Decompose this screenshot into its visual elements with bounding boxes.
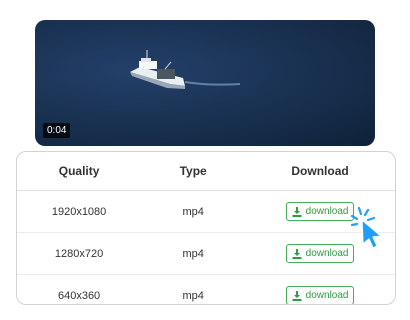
table-header-row: Quality Type Download (17, 152, 395, 191)
download-icon (292, 206, 302, 217)
download-label: download (305, 248, 349, 259)
type-cell: mp4 (141, 232, 246, 275)
table-row: 640x360 mp4 download (17, 275, 395, 304)
download-table: Quality Type Download 1920x1080 mp4 down… (16, 151, 396, 305)
table-row: 1920x1080 mp4 download (17, 190, 395, 233)
quality-cell: 640x360 (57, 289, 101, 302)
download-icon (292, 248, 302, 259)
header-quality: Quality (17, 152, 142, 191)
download-button[interactable]: download (285, 202, 355, 221)
video-duration: 0:04 (43, 123, 71, 138)
boat-scene (130, 50, 241, 89)
download-label: download (305, 290, 349, 301)
table-row: 1280x720 mp4 download (17, 232, 395, 275)
download-button[interactable]: download (285, 244, 355, 263)
quality-cell: 1920x1080 (17, 190, 142, 233)
pointer-cursor-icon (350, 206, 382, 249)
video-preview[interactable]: 0:04 (35, 20, 375, 146)
download-button[interactable]: download (285, 286, 355, 304)
download-label: download (305, 206, 349, 217)
quality-cell: 1280x720 (17, 232, 142, 275)
download-icon (292, 290, 302, 301)
header-type: Type (141, 152, 246, 191)
type-cell: mp4 (182, 289, 204, 302)
type-cell: mp4 (141, 190, 246, 233)
header-download: Download (245, 152, 395, 191)
